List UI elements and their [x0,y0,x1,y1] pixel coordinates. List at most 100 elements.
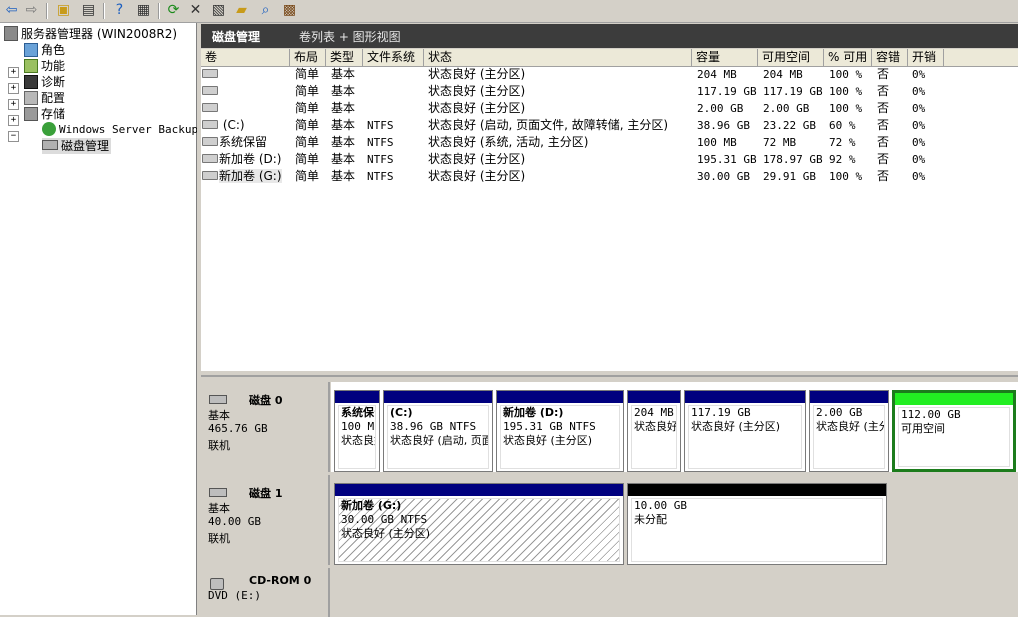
refresh-icon[interactable]: ⟳ [165,2,182,19]
delete-icon[interactable]: ✕ [187,2,204,19]
help-icon[interactable]: ? [111,2,128,19]
volume-row[interactable]: 简单 基本 状态良好 (主分区) 117.19 GB 117.19 GB 100 % 否 0% [201,83,1018,100]
tree-item-roles[interactable]: 角色 [24,42,65,58]
tree-item-features[interactable]: 功能 [24,58,65,74]
cell-overhead: 0% [912,102,926,115]
cell-free-space: 29.91 GB [763,170,816,183]
column-percent-free[interactable]: % 可用 [824,49,872,66]
cell-status: 状态良好 (主分区) [428,152,526,166]
partition-color-bar [335,391,379,403]
volume-row[interactable]: 系统保留 简单 基本 NTFS 状态良好 (系统, 活动, 主分区) 100 MB 72 M… [201,134,1018,151]
partition-title: 系统保留 [341,406,375,419]
export-icon[interactable]: ▩ [281,2,298,19]
tree-item-storage[interactable]: 存储 [24,106,65,122]
expand-roles-icon[interactable]: + [8,67,19,78]
cell-percent-free: 100 % [829,85,863,98]
expand-configuration-icon[interactable]: + [8,115,19,126]
partition[interactable]: 新加卷 (G:) 30.00 GB NTFS 状态良好 (主分区) [334,483,624,565]
column-layout[interactable]: 布局 [290,49,326,66]
partition-body: 新加卷 (G:) 30.00 GB NTFS 状态良好 (主分区) [338,498,620,562]
forward-icon[interactable]: ⇨ [23,2,40,19]
view-mode-label: 卷列表 + 图形视图 [299,30,401,44]
partition-body: 112.00 GB 可用空间 [898,407,1010,467]
tree-item-configuration[interactable]: 配置 [24,90,65,106]
disk0-label[interactable]: 磁盘 0 基本 465.76 GB 联机 [201,382,330,472]
features-icon [24,59,38,73]
column-overhead[interactable]: 开销 [908,49,944,66]
expand-diagnostics-icon[interactable]: + [8,99,19,110]
partition[interactable]: (C:)38.96 GB NTFS状态良好 (启动, 页面文件, 故障转储, 主… [383,390,493,472]
disk1-partitions: 新加卷 (G:) 30.00 GB NTFS 状态良好 (主分区) 10.00 GB 未… [331,475,1018,565]
column-filesystem[interactable]: 文件系统 [363,49,424,66]
cell-percent-free: 100 % [829,170,863,183]
cell-status: 状态良好 (主分区) [428,84,526,98]
volume-row[interactable]: 新加卷 (G:) 简单 基本 NTFS 状态良好 (主分区) 30.00 GB 29.91 … [201,168,1018,185]
configuration-icon [24,91,38,105]
cell-status: 状态良好 (启动, 页面文件, 故障转储, 主分区) [428,118,669,132]
partition-body: 10.00 GB 未分配 [631,498,883,562]
cell-filesystem: NTFS [367,153,394,166]
partition-size: 100 MB NTFS [341,420,375,433]
cell-fault-tolerance: 否 [877,152,890,166]
tree-item-disk-management[interactable]: 磁盘管理 [42,138,112,154]
cell-volume-name [201,83,291,100]
cell-status: 状态良好 (系统, 活动, 主分区) [428,135,589,149]
tree-root-server-manager[interactable]: 服务器管理器 (WIN2008R2) [4,26,177,42]
cell-volume-name: 系统保留 [201,134,291,151]
tree-item-diagnostics[interactable]: 诊断 [24,74,65,90]
search-icon[interactable]: ⌕ [257,2,274,19]
partition[interactable]: 204 MB状态良好 (主分区) [627,390,681,472]
cdrom-lane [331,568,1018,617]
partition-unallocated[interactable]: 10.00 GB 未分配 [627,483,887,565]
partition-color-bar [497,391,623,403]
up-folder-icon[interactable]: ▣ [55,2,72,19]
partition-size: 117.19 GB [691,406,751,419]
partition[interactable]: 2.00 GB状态良好 (主分区) [809,390,889,472]
cell-layout: 简单 [295,67,320,81]
volume-row[interactable]: 新加卷 (D:) 简单 基本 NTFS 状态良好 (主分区) 195.31 GB 178.9… [201,151,1018,168]
cell-fault-tolerance: 否 [877,84,890,98]
volume-icon [202,69,218,78]
volume-row[interactable]: 简单 基本 状态良好 (主分区) 204 MB 204 MB 100 % 否 0% [201,66,1018,83]
column-capacity[interactable]: 容量 [692,49,758,66]
partition[interactable]: 新加卷 (D:) 195.31 GB NTFS 状态良好 (主分区) [496,390,624,472]
disk1-label[interactable]: 磁盘 1 基本 40.00 GB 联机 [201,475,330,565]
partition[interactable]: 117.19 GB 状态良好 (主分区) [684,390,806,472]
collapse-storage-icon[interactable]: − [8,131,19,142]
partition-body: (C:)38.96 GB NTFS状态良好 (启动, 页面文件, 故障转储, 主… [387,405,489,469]
partition-body: 2.00 GB状态良好 (主分区) [813,405,885,469]
column-type[interactable]: 类型 [326,49,363,66]
partition[interactable]: 系统保留100 MB NTFS状态良好 (系统, 活动, 主分区) [334,390,380,472]
partition-status: 未分配 [634,513,667,526]
volume-row[interactable]: 简单 基本 状态良好 (主分区) 2.00 GB 2.00 GB 100 % 否 0% [201,100,1018,117]
column-free-space[interactable]: 可用空间 [758,49,824,66]
cell-filesystem: NTFS [367,119,394,132]
volume-name-text: (C:) [219,118,245,132]
graphical-view: 磁盘 0 基本 465.76 GB 联机 系统保留100 MB NTFS状态良好… [201,375,1018,617]
properties-view-icon[interactable]: ▦ [135,2,152,19]
cell-type: 基本 [331,135,356,149]
column-volume[interactable]: 卷 [201,49,290,66]
back-icon[interactable]: ⇦ [3,2,20,19]
volume-row[interactable]: (C:) 简单 基本 NTFS 状态良好 (启动, 页面文件, 故障转储, 主分区) 38… [201,117,1018,134]
column-status[interactable]: 状态 [424,49,692,66]
volume-icon [202,86,218,95]
partition-body: 新加卷 (D:) 195.31 GB NTFS 状态良好 (主分区) [500,405,620,469]
cell-type: 基本 [331,152,356,166]
cell-free-space: 204 MB [763,68,803,81]
cell-status: 状态良好 (主分区) [428,67,526,81]
partition-free-space[interactable]: 112.00 GB 可用空间 [892,390,1016,472]
tree-item-windows-server-backup[interactable]: Windows Server Backup [42,122,198,138]
properties-icon[interactable]: ▧ [210,2,227,19]
cell-volume-name [201,66,291,83]
open-icon[interactable]: ▰ [233,2,250,19]
cell-type: 基本 [331,101,356,115]
partition-size: 195.31 GB NTFS [503,420,596,433]
cdrom-label[interactable]: CD-ROM 0 DVD (E:) [201,568,330,617]
column-fault-tolerance[interactable]: 容错 [872,49,908,66]
show-hide-tree-icon[interactable]: ▤ [80,2,97,19]
partition-status: 状态良好 (主分区) [341,527,431,540]
cell-fault-tolerance: 否 [877,135,890,149]
expand-features-icon[interactable]: + [8,83,19,94]
cell-overhead: 0% [912,85,926,98]
